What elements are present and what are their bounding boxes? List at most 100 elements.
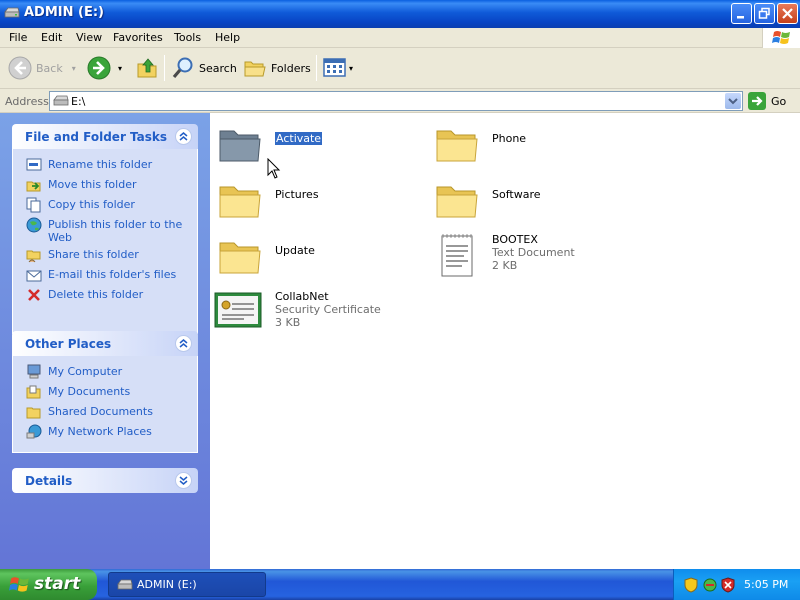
address-input[interactable]: E:\ — [49, 91, 743, 111]
close-button[interactable] — [777, 3, 798, 24]
back-arrow-icon — [8, 56, 32, 80]
task-copy-folder[interactable]: Copy this folder — [13, 195, 197, 215]
file-name: Phone — [492, 132, 527, 145]
menu-bar: File Edit View Favorites Tools Help — [0, 28, 800, 48]
menu-favorites[interactable]: Favorites — [113, 31, 163, 44]
menu-tools[interactable]: Tools — [174, 31, 201, 44]
search-button[interactable]: Search — [171, 54, 237, 82]
share-folder-icon — [26, 250, 41, 263]
go-arrow-icon — [748, 92, 766, 110]
collapse-chevron-icon[interactable] — [175, 128, 192, 145]
restore-button[interactable] — [754, 3, 775, 24]
close-icon — [782, 8, 793, 19]
globe-icon — [26, 217, 42, 233]
taskbar-window-button[interactable]: ADMIN (E:) — [108, 572, 266, 597]
panel-header[interactable]: Details — [12, 468, 198, 493]
place-shared-documents[interactable]: Shared Documents — [13, 402, 197, 422]
panel-title: Details — [25, 474, 73, 488]
file-list-view[interactable]: Activate Phone Pictures Software Update — [210, 113, 800, 569]
menu-file[interactable]: File — [9, 31, 27, 44]
details-panel: Details — [12, 468, 198, 493]
file-item-pictures[interactable]: Pictures — [218, 179, 428, 231]
file-item-software[interactable]: Software — [435, 179, 645, 231]
place-my-documents[interactable]: My Documents — [13, 382, 197, 402]
views-dropdown-icon[interactable]: ▾ — [349, 64, 353, 73]
text-document-icon — [441, 234, 473, 277]
system-tray: 5:05 PM — [673, 569, 800, 600]
my-documents-icon — [26, 385, 41, 399]
file-folder-tasks-panel: File and Folder Tasks Rename this folder… — [12, 124, 198, 334]
start-label: start — [34, 574, 81, 594]
menu-help[interactable]: Help — [215, 31, 240, 44]
up-folder-button[interactable] — [136, 54, 160, 82]
file-item-update[interactable]: Update — [218, 235, 428, 287]
views-button[interactable]: ▾ — [323, 54, 353, 82]
network-places-icon — [26, 424, 42, 439]
address-value: E:\ — [71, 95, 86, 108]
task-delete-folder[interactable]: Delete this folder — [13, 285, 197, 305]
security-shield-icon[interactable] — [684, 577, 698, 593]
file-name: Update — [275, 244, 315, 257]
task-publish-folder[interactable]: Publish this folder to the Web — [13, 215, 197, 245]
address-bar: Address E:\ Go — [0, 90, 800, 113]
folders-button[interactable]: Folders — [243, 54, 311, 82]
drive-icon — [4, 7, 20, 18]
clock[interactable]: 5:05 PM — [744, 578, 788, 591]
toolbar-separator — [164, 55, 165, 81]
rename-icon — [26, 158, 42, 171]
file-name: BOOTEX — [492, 233, 538, 246]
file-item-activate[interactable]: Activate — [218, 123, 428, 175]
panel-header[interactable]: Other Places — [12, 331, 198, 356]
go-button[interactable]: Go — [748, 92, 786, 110]
file-item-bootex[interactable]: BOOTEX Text Document 2 KB — [435, 233, 645, 285]
go-label: Go — [771, 94, 787, 108]
back-button[interactable]: Back ▾ — [8, 54, 76, 82]
place-my-network-places[interactable]: My Network Places — [13, 422, 197, 442]
panel-header[interactable]: File and Folder Tasks — [12, 124, 198, 149]
restore-icon — [758, 7, 770, 19]
up-folder-icon — [137, 58, 157, 78]
task-move-folder[interactable]: Move this folder — [13, 175, 197, 195]
drive-icon — [53, 95, 69, 106]
menu-edit[interactable]: Edit — [41, 31, 62, 44]
network-tray-icon[interactable] — [702, 577, 718, 593]
file-type: Text Document — [492, 246, 575, 259]
collapse-chevron-icon[interactable] — [175, 335, 192, 352]
start-button[interactable]: start — [0, 569, 97, 600]
file-name: Activate — [273, 131, 324, 146]
expand-chevron-icon[interactable] — [175, 472, 192, 489]
file-item-collabnet[interactable]: CollabNet Security Certificate 3 KB — [214, 290, 424, 342]
panel-title: Other Places — [25, 337, 112, 351]
title-bar[interactable]: ADMIN (E:) — [0, 0, 800, 28]
email-icon — [26, 270, 42, 282]
file-item-phone[interactable]: Phone — [435, 123, 645, 175]
back-dropdown-icon[interactable]: ▾ — [72, 64, 76, 73]
search-label: Search — [199, 61, 237, 75]
panel-title: File and Folder Tasks — [25, 130, 168, 144]
my-computer-icon — [27, 364, 41, 379]
shared-documents-icon — [26, 407, 41, 419]
task-share-folder[interactable]: Share this folder — [13, 245, 197, 265]
task-rename-folder[interactable]: Rename this folder — [13, 155, 197, 175]
forward-arrow-icon — [87, 56, 111, 80]
folder-icon — [436, 130, 478, 162]
minimize-button[interactable] — [731, 3, 752, 24]
forward-button[interactable]: ▾ — [87, 54, 122, 82]
minimize-icon — [737, 16, 744, 19]
place-my-computer[interactable]: My Computer — [13, 362, 197, 382]
address-label: Address — [5, 95, 49, 108]
menu-view[interactable]: View — [76, 31, 102, 44]
folders-icon — [244, 61, 266, 77]
drive-icon — [117, 579, 133, 590]
task-email-files[interactable]: E-mail this folder's files — [13, 265, 197, 285]
file-name: CollabNet — [275, 290, 329, 303]
windows-flag-icon — [9, 577, 29, 592]
taskbar: start ADMIN (E:) 5:05 PM — [0, 569, 800, 600]
search-icon — [172, 57, 193, 79]
file-type: Security Certificate — [275, 303, 381, 316]
folder-icon — [219, 242, 261, 274]
file-size: 2 KB — [492, 259, 518, 272]
forward-dropdown-icon[interactable]: ▾ — [118, 64, 122, 73]
security-alert-icon[interactable] — [721, 577, 735, 593]
address-dropdown-button[interactable] — [725, 93, 741, 109]
